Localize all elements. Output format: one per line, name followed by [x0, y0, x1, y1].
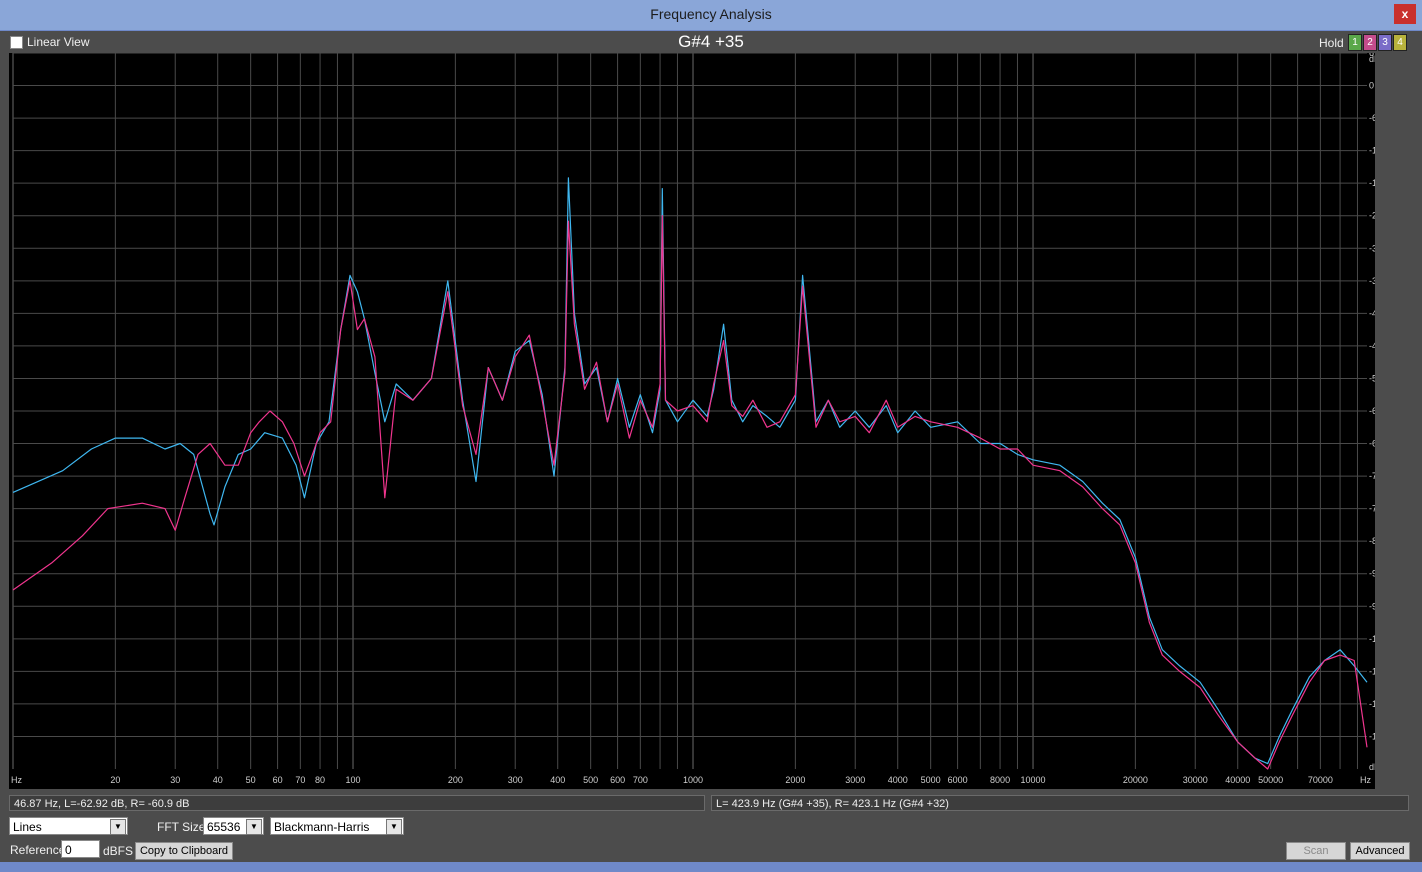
- peak-readout: L= 423.9 Hz (G#4 +35), R= 423.1 Hz (G#4 …: [711, 795, 1409, 811]
- y-tick-label: -114: [1369, 699, 1375, 709]
- y-tick-label: -102: [1369, 634, 1375, 644]
- x-tick-label: 40000: [1225, 775, 1250, 785]
- x-tick-label: 20: [110, 775, 120, 785]
- fft-size-label: FFT Size: [157, 820, 206, 834]
- x-tick-label: 700: [633, 775, 648, 785]
- hold-button-1[interactable]: 1: [1348, 34, 1362, 51]
- x-tick-label: 60: [273, 775, 283, 785]
- y-tick-label: -108: [1369, 666, 1375, 676]
- chevron-down-icon[interactable]: ▼: [110, 819, 126, 835]
- spectrum-svg[interactable]: 20 30 40 50 60 70 80 100 200 300 400 500 600 700 1000 2…: [9, 53, 1375, 789]
- x-tick-label: 50: [246, 775, 256, 785]
- window-title: Frequency Analysis: [650, 6, 772, 22]
- hold-label: Hold: [1319, 36, 1344, 50]
- y-tick-label: -48: [1369, 341, 1375, 351]
- x-tick-label: 3000: [845, 775, 865, 785]
- spectrum-plot[interactable]: 20 30 40 50 60 70 80 100 200 300 400 500 600 700 1000 2…: [9, 53, 1375, 789]
- reference-input[interactable]: 0: [61, 840, 100, 858]
- y-tick-label: -42: [1369, 308, 1375, 318]
- y-tick-label: -60: [1369, 406, 1375, 416]
- y-tick-label: -12: [1369, 146, 1375, 156]
- x-tick-label: 600: [610, 775, 625, 785]
- hold-button-2[interactable]: 2: [1363, 34, 1377, 51]
- y-tick-label: -78: [1369, 504, 1375, 514]
- x-tick-label: 400: [550, 775, 565, 785]
- window-function-select[interactable]: Blackmann-Harris ▼: [270, 817, 404, 835]
- window-bottom-border: [0, 862, 1422, 872]
- y-tick-label: 0: [1369, 81, 1374, 91]
- frequency-analysis-window: Frequency Analysis x Linear View G#4 +35…: [0, 0, 1422, 872]
- hold-button-3[interactable]: 3: [1378, 34, 1392, 51]
- x-tick-label: 30000: [1183, 775, 1208, 785]
- y-tick-label: -84: [1369, 536, 1375, 546]
- x-unit-label-left: Hz: [11, 775, 22, 785]
- cursor-readout: 46.87 Hz, L=-62.92 dB, R= -60.9 dB: [9, 795, 705, 811]
- y-tick-label: -18: [1369, 178, 1375, 188]
- x-tick-label: 40: [213, 775, 223, 785]
- x-tick-label: 50000: [1258, 775, 1283, 785]
- reference-unit: dBFS: [103, 844, 134, 858]
- x-tick-label: 2000: [785, 775, 805, 785]
- y-tick-label: -54: [1369, 373, 1375, 383]
- fft-size-value: 65536: [207, 820, 241, 834]
- close-button[interactable]: x: [1394, 4, 1416, 24]
- x-tick-label: 8000: [990, 775, 1010, 785]
- x-tick-label: 4000: [888, 775, 908, 785]
- y-tick-label: -120: [1369, 731, 1375, 741]
- note-readout: G#4 +35: [678, 32, 744, 51]
- y-tick-label: -96: [1369, 601, 1375, 611]
- y-tick-label: -24: [1369, 211, 1375, 221]
- x-tick-label: 200: [448, 775, 463, 785]
- y-tick-label: -30: [1369, 243, 1375, 253]
- fft-size-select[interactable]: 65536 ▼: [203, 817, 264, 835]
- y-unit-label-bottom: dB: [1369, 762, 1375, 772]
- copy-to-clipboard-button[interactable]: Copy to Clipboard: [135, 842, 233, 860]
- advanced-button[interactable]: Advanced: [1350, 842, 1410, 860]
- x-tick-label: 6000: [948, 775, 968, 785]
- display-mode-value: Lines: [13, 820, 42, 834]
- y-tick-label: -90: [1369, 569, 1375, 579]
- reference-label: Reference: [10, 843, 66, 857]
- x-unit-label-right: Hz: [1360, 775, 1371, 785]
- chevron-down-icon[interactable]: ▼: [246, 819, 262, 835]
- x-tick-label: 100: [345, 775, 360, 785]
- y-tick-label: -72: [1369, 471, 1375, 481]
- scan-button[interactable]: Scan: [1286, 842, 1346, 860]
- display-mode-select[interactable]: Lines ▼: [9, 817, 128, 835]
- window-function-value: Blackmann-Harris: [274, 820, 370, 834]
- title-bar[interactable]: Frequency Analysis x: [0, 0, 1422, 31]
- y-unit-label-top: dB: [1369, 54, 1375, 64]
- hold-button-4[interactable]: 4: [1393, 34, 1407, 51]
- y-tick-label: -66: [1369, 439, 1375, 449]
- series-line-R: [12, 215, 1368, 770]
- x-tick-label: 70000: [1308, 775, 1333, 785]
- x-tick-label: 300: [508, 775, 523, 785]
- x-tick-label: 80: [315, 775, 325, 785]
- x-tick-label: 10000: [1021, 775, 1046, 785]
- reference-value: 0: [65, 843, 72, 857]
- y-tick-label: -6: [1369, 113, 1375, 123]
- x-tick-label: 5000: [921, 775, 941, 785]
- x-tick-label: 70: [295, 775, 305, 785]
- x-tick-label: 20000: [1123, 775, 1148, 785]
- x-tick-label: 1000: [683, 775, 703, 785]
- series-line-L: [12, 177, 1368, 765]
- x-tick-label: 500: [583, 775, 598, 785]
- chevron-down-icon[interactable]: ▼: [386, 819, 402, 835]
- y-tick-label: -36: [1369, 276, 1375, 286]
- x-tick-label: 30: [170, 775, 180, 785]
